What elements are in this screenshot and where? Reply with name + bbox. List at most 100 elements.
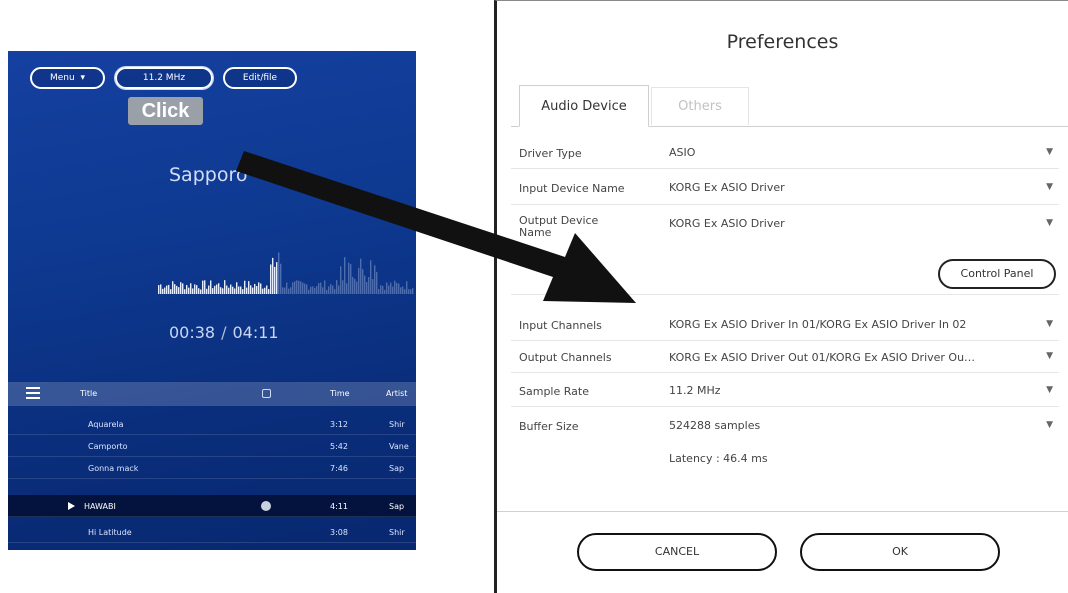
waveform-bar — [392, 286, 394, 294]
setting-label: Output Channels — [519, 351, 612, 364]
waveform-bar — [256, 285, 258, 294]
waveform-bar — [166, 285, 168, 294]
waveform-bar — [406, 281, 408, 294]
dropdown-arrow-icon[interactable]: ▼ — [1046, 351, 1053, 361]
waveform-bar — [204, 280, 206, 294]
waveform-bar — [244, 280, 246, 294]
waveform-bar — [404, 289, 406, 294]
waveform-bar — [254, 283, 256, 294]
waveform-bar — [264, 287, 266, 294]
waveform-bar — [222, 288, 224, 294]
track-time: 4:11 — [330, 502, 348, 511]
waveform-bar — [312, 286, 314, 294]
track-title: Camporto — [88, 442, 128, 451]
waveform-bar — [158, 285, 160, 294]
waveform-bar — [400, 287, 402, 294]
dropdown-arrow-icon[interactable]: ▼ — [1046, 182, 1053, 192]
setting-value: KORG Ex ASIO Driver — [669, 217, 785, 230]
track-artist: Sap — [389, 502, 405, 511]
cancel-button[interactable]: CANCEL — [577, 533, 777, 571]
waveform-bar — [390, 282, 392, 294]
waveform-bar — [242, 289, 244, 294]
menu-button[interactable]: Menu ▾ — [30, 67, 105, 89]
waveform-bar — [324, 280, 326, 294]
track-list-header: Title Time Artist — [8, 382, 416, 406]
chevron-down-icon: ▾ — [77, 73, 85, 83]
elapsed-time: 00:38 — [169, 323, 216, 342]
waveform-bar — [234, 288, 236, 294]
waveform-bar — [386, 282, 388, 294]
ok-button[interactable]: OK — [800, 533, 1000, 571]
waveform-bar — [194, 284, 196, 294]
sample-rate-button[interactable]: 11.2 MHz — [115, 67, 213, 89]
dropdown-arrow-icon[interactable]: ▼ — [1046, 147, 1053, 157]
waveform-bar — [300, 281, 302, 294]
track-artist: Vane — [389, 442, 409, 451]
track-time: 3:12 — [330, 420, 348, 429]
dropdown-arrow-icon[interactable]: ▼ — [1046, 319, 1053, 329]
waveform-bar — [164, 287, 166, 294]
setting-output-channels[interactable]: Output Channels KORG Ex ASIO Driver Out … — [511, 341, 1059, 373]
waveform-bar — [308, 289, 310, 294]
waveform-bar — [328, 286, 330, 294]
track-row[interactable]: Gonna mack 7:46 Sap — [8, 457, 416, 479]
waveform-bar — [200, 289, 202, 294]
track-row[interactable]: Hi Latitude 3:08 Shir — [8, 521, 416, 543]
dropdown-arrow-icon[interactable]: ▼ — [1046, 218, 1053, 228]
waveform-bar — [394, 280, 396, 294]
column-time[interactable]: Time — [330, 389, 350, 398]
waveform-bar — [212, 288, 214, 294]
tab-audio-device[interactable]: Audio Device — [519, 85, 649, 127]
waveform-bar — [370, 260, 372, 294]
track-artist: Shir — [389, 528, 405, 537]
setting-label: Input Device Name — [519, 182, 625, 195]
waveform-bar — [228, 287, 230, 294]
menu-button-label: Menu — [50, 73, 75, 83]
waveform-bar — [172, 281, 174, 294]
total-time: 04:11 — [232, 323, 279, 342]
waveform-bar — [284, 287, 286, 294]
dropdown-arrow-icon[interactable]: ▼ — [1046, 385, 1053, 395]
waveform-bar — [408, 289, 410, 294]
setting-value: KORG Ex ASIO Driver In 01/KORG Ex ASIO D… — [669, 318, 967, 331]
edit-file-button[interactable]: Edit/file — [223, 67, 297, 89]
track-artist: Shir — [389, 420, 405, 429]
track-row-playing[interactable]: HAWABI 4:11 Sap — [8, 495, 416, 517]
column-title[interactable]: Title — [80, 389, 97, 398]
setting-value: 524288 samples — [669, 419, 761, 432]
waveform-bar — [398, 283, 400, 294]
setting-driver-type[interactable]: Driver Type ASIO ▼ — [511, 135, 1059, 169]
waveform-bar — [288, 288, 290, 294]
waveform-bar — [278, 252, 280, 294]
waveform-bar — [196, 285, 198, 294]
waveform-bar — [210, 280, 212, 294]
waveform-bar — [182, 283, 184, 294]
waveform-bar — [176, 285, 178, 294]
hamburger-menu-icon[interactable] — [26, 387, 40, 399]
waveform-bar — [162, 288, 164, 294]
artwork-column-icon — [262, 389, 271, 398]
waveform-bar — [218, 283, 220, 294]
setting-input-channels[interactable]: Input Channels KORG Ex ASIO Driver In 01… — [511, 307, 1059, 341]
waveform-bar — [356, 281, 358, 294]
waveform-bar — [382, 285, 384, 294]
waveform-bar — [402, 286, 404, 294]
waveform-bar — [160, 284, 162, 294]
control-panel-button[interactable]: Control Panel — [938, 259, 1056, 289]
waveform — [158, 252, 414, 294]
waveform-bar — [294, 281, 296, 294]
waveform-bar — [348, 262, 350, 294]
setting-buffer-size[interactable]: Buffer Size 524288 samples ▼ — [511, 407, 1059, 443]
now-playing-title: Sapporo — [169, 164, 248, 186]
dropdown-arrow-icon[interactable]: ▼ — [1046, 420, 1053, 430]
setting-sample-rate[interactable]: Sample Rate 11.2 MHz ▼ — [511, 373, 1059, 407]
tab-others[interactable]: Others — [651, 87, 749, 125]
setting-input-device-name[interactable]: Input Device Name KORG Ex ASIO Driver ▼ — [511, 169, 1059, 205]
waveform-bar — [248, 281, 250, 294]
waveform-bar — [350, 264, 352, 294]
column-artist[interactable]: Artist — [386, 389, 407, 398]
waveform-bar — [270, 264, 272, 294]
click-callout: Click — [128, 97, 203, 125]
track-row[interactable]: Camporto 5:42 Vane — [8, 435, 416, 457]
track-row[interactable]: Aquarela 3:12 Shir — [8, 413, 416, 435]
